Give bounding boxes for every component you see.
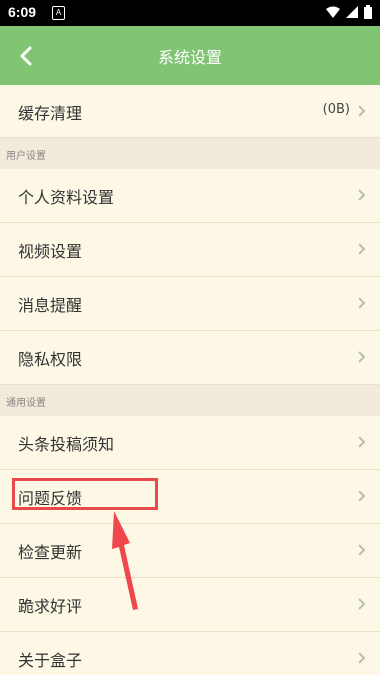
page-title: 系统设置: [157, 48, 222, 67]
item-label: 个人资料设置: [18, 188, 115, 207]
cache-clear-label: 缓存清理: [18, 104, 83, 123]
settings-item-rate-app[interactable]: 跪求好评: [0, 578, 380, 632]
settings-item-video[interactable]: 视频设置: [0, 223, 380, 277]
system-icons: [326, 5, 372, 19]
chevron-right-icon: [358, 297, 366, 309]
item-label: 跪求好评: [18, 597, 83, 616]
settings-item-privacy[interactable]: 隐私权限: [0, 331, 380, 385]
item-label: 检查更新: [18, 543, 83, 562]
chevron-right-icon: [358, 351, 366, 363]
section-header-general: 通用设置: [0, 385, 380, 416]
item-label: 关于盒子: [18, 651, 83, 670]
chevron-right-icon: [358, 189, 366, 201]
cache-size-value: (0B): [322, 102, 350, 117]
item-label: 隐私权限: [18, 350, 83, 369]
chevron-right-icon: [358, 544, 366, 556]
notification-badge-icon: A: [52, 6, 65, 20]
app-bar: 系统设置: [0, 26, 380, 85]
battery-icon: [364, 5, 372, 19]
settings-item-submission-notice[interactable]: 头条投稿须知: [0, 416, 380, 470]
settings-item-about[interactable]: 关于盒子: [0, 632, 380, 675]
annotation-arrow-icon: [112, 511, 138, 610]
signal-icon: [346, 6, 358, 18]
item-label: 视频设置: [18, 242, 83, 261]
chevron-right-icon: [358, 598, 366, 610]
wifi-icon: [326, 6, 340, 18]
chevron-right-icon: [358, 243, 366, 255]
settings-item-profile[interactable]: 个人资料设置: [0, 169, 380, 223]
settings-item-check-update[interactable]: 检查更新: [0, 524, 380, 578]
settings-item-notifications[interactable]: 消息提醒: [0, 277, 380, 331]
chevron-right-icon: [358, 105, 366, 117]
section-title-user: 用户设置: [6, 151, 46, 162]
status-time: 6:09: [8, 4, 37, 20]
status-bar: 6:09 A: [0, 0, 380, 26]
chevron-right-icon: [358, 490, 366, 502]
chevron-right-icon: [358, 436, 366, 448]
section-title-general: 通用设置: [6, 398, 46, 409]
chevron-right-icon: [358, 652, 366, 664]
item-label: 头条投稿须知: [18, 435, 115, 454]
item-label: 消息提醒: [18, 296, 83, 315]
cache-clear-row[interactable]: 缓存清理 (0B): [0, 85, 380, 138]
section-header-user: 用户设置: [0, 138, 380, 169]
